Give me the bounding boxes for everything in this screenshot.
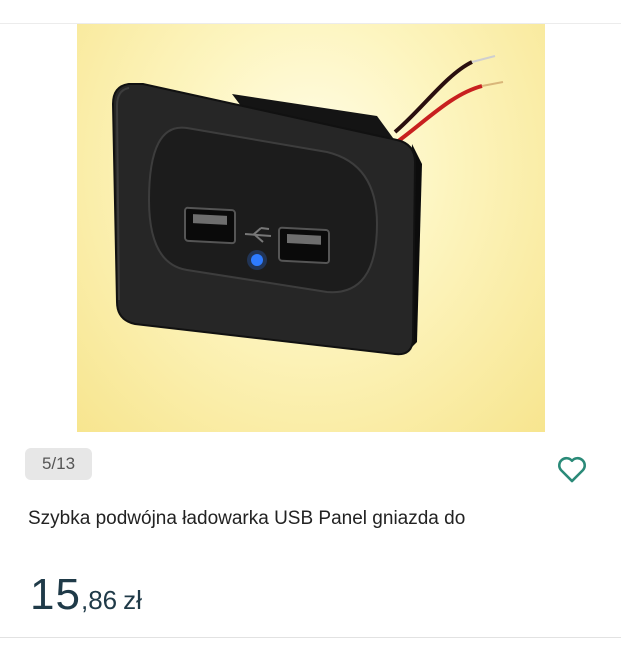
price-decimal: 86 (88, 585, 118, 615)
price-currency: zł (123, 585, 142, 615)
favorite-button[interactable] (552, 449, 592, 489)
product-price: 15,86 zł (30, 570, 142, 620)
heart-outline-icon (558, 456, 586, 483)
usb-port-right (278, 226, 330, 265)
usb-socket-illustration (111, 55, 504, 356)
product-title[interactable]: Szybka podwójna ładowarka USB Panel gnia… (28, 508, 608, 530)
price-integer: 15 (30, 570, 81, 619)
product-image[interactable] (77, 24, 545, 432)
wires (393, 55, 504, 144)
usb-port-left (184, 206, 236, 245)
image-counter-badge: 5/13 (25, 448, 92, 480)
bottom-divider (0, 637, 621, 638)
